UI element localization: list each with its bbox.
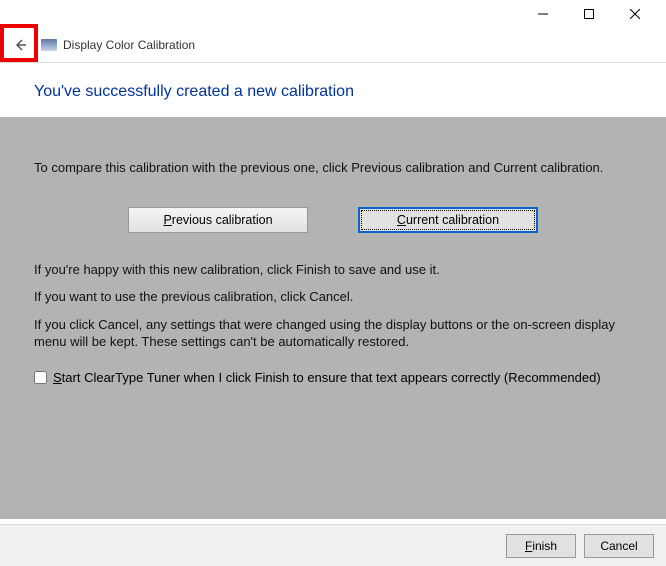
instruction-paragraphs: If you're happy with this new calibratio… bbox=[34, 261, 632, 351]
happy-text: If you're happy with this new calibratio… bbox=[34, 261, 632, 279]
cancel-button[interactable]: Cancel bbox=[584, 534, 654, 558]
prev-use-text: If you want to use the previous calibrat… bbox=[34, 288, 632, 306]
window-title: Display Color Calibration bbox=[63, 38, 195, 52]
close-button[interactable] bbox=[612, 0, 658, 28]
back-button[interactable] bbox=[5, 30, 35, 60]
cancel-note: If you click Cancel, any settings that w… bbox=[34, 316, 632, 351]
header-bar: Display Color Calibration bbox=[0, 28, 666, 62]
maximize-button[interactable] bbox=[566, 0, 612, 28]
previous-calibration-button[interactable]: Previous calibration bbox=[128, 207, 308, 233]
curr-btn-rest: urrent calibration bbox=[406, 213, 499, 227]
cleartype-label[interactable]: Start ClearType Tuner when I click Finis… bbox=[53, 369, 601, 387]
current-calibration-button[interactable]: Current calibration bbox=[358, 207, 538, 233]
prev-btn-rest: revious calibration bbox=[172, 213, 273, 227]
page-headline: You've successfully created a new calibr… bbox=[0, 63, 666, 117]
minimize-button[interactable] bbox=[520, 0, 566, 28]
titlebar bbox=[0, 0, 666, 28]
cleartype-rest: tart ClearType Tuner when I click Finish… bbox=[62, 370, 601, 385]
compare-instruction: To compare this calibration with the pre… bbox=[34, 159, 632, 177]
finish-button[interactable]: Finish bbox=[506, 534, 576, 558]
cleartype-row: Start ClearType Tuner when I click Finis… bbox=[34, 369, 632, 387]
finish-rest: inish bbox=[532, 539, 557, 553]
app-icon bbox=[41, 37, 57, 53]
calibration-button-row: Previous calibration Current calibration bbox=[34, 207, 632, 233]
cleartype-checkbox[interactable] bbox=[34, 371, 47, 384]
content-area: To compare this calibration with the pre… bbox=[0, 117, 666, 519]
footer-bar: Finish Cancel bbox=[0, 524, 666, 566]
